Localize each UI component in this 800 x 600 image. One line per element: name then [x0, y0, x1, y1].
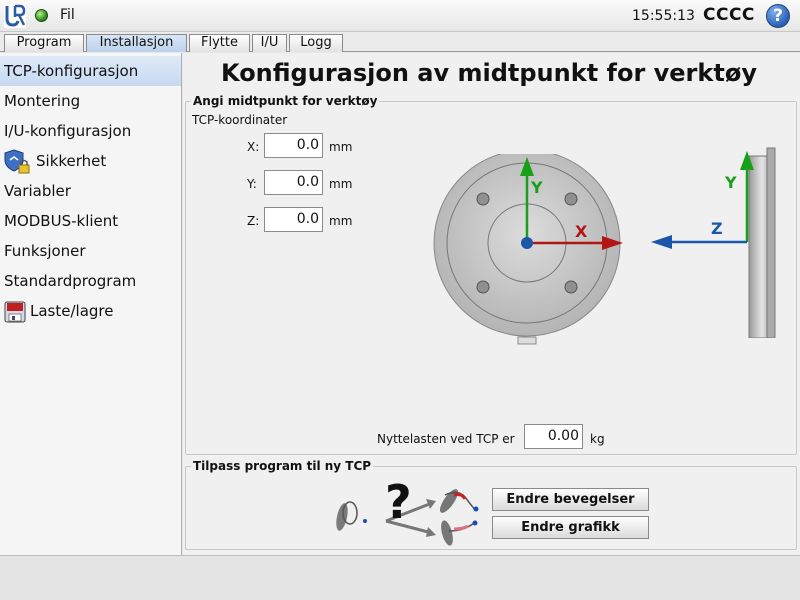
sidebar-item-mounting[interactable]: Montering: [0, 86, 181, 116]
sidebar-item-label: TCP-konfigurasjon: [4, 62, 139, 80]
sidebar-item-label: I/U-konfigurasjon: [4, 122, 132, 140]
tab-iu[interactable]: I/U: [252, 34, 287, 52]
sidebar-item-label: Funksjoner: [4, 242, 86, 260]
robot-name: CCCC: [703, 5, 755, 25]
x-unit: mm: [329, 140, 353, 154]
tcp-group-label: Angi midtpunkt for verktøy: [191, 94, 380, 108]
sidebar-item-io-configuration[interactable]: I/U-konfigurasjon: [0, 116, 181, 146]
flange-front-view: [433, 154, 623, 345]
sidebar-item-label: Sikkerhet: [36, 152, 107, 170]
help-button[interactable]: ?: [766, 4, 790, 28]
page-title: Konfigurasjon av midtpunkt for verktøy: [221, 59, 757, 87]
tab-logg[interactable]: Logg: [289, 34, 343, 52]
tcp-y-field[interactable]: 0.0: [264, 170, 323, 195]
payload-field[interactable]: 0.00: [524, 424, 583, 449]
tab-flytte[interactable]: Flytte: [189, 34, 250, 52]
question-mark: ?: [385, 475, 412, 529]
sidebar-item-features[interactable]: Funksjoner: [0, 236, 181, 266]
sidebar-item-safety[interactable]: Sikkerhet: [0, 146, 181, 176]
z-unit: mm: [329, 214, 353, 228]
sidebar-item-label: MODBUS-klient: [4, 212, 119, 230]
globe-icon[interactable]: [35, 9, 48, 22]
flange-side-view: [651, 147, 776, 338]
change-graphics-button[interactable]: Endre grafikk: [492, 516, 649, 539]
bottom-bar: [0, 555, 800, 600]
file-menu[interactable]: Fil: [60, 7, 75, 23]
sidebar-item-label: Standardprogram: [4, 272, 137, 290]
z-label: Z:: [247, 214, 260, 228]
sidebar-item-label: Variabler: [4, 182, 71, 200]
front-x-axis-label: X: [575, 222, 588, 241]
tcp-x-field[interactable]: 0.0: [264, 133, 323, 158]
top-bar: Fil 15:55:13 CCCC ?: [0, 0, 800, 32]
front-y-axis-label: Y: [531, 178, 543, 197]
sidebar-item-label: Montering: [4, 92, 81, 110]
change-motions-button[interactable]: Endre bevegelser: [492, 488, 649, 511]
tab-installasjon[interactable]: Installasjon: [86, 34, 187, 52]
shield-lock-icon: [4, 148, 30, 173]
sidebar-item-load-save[interactable]: Laste/lagre: [0, 296, 181, 326]
ur-logo: [4, 4, 26, 28]
tab-bar: Program Installasjon Flytte I/U Logg: [0, 32, 800, 52]
side-z-axis-label: Z: [711, 219, 723, 238]
tcp-group: Angi midtpunkt for verktøy TCP-koordinat…: [185, 94, 797, 455]
sidebar-item-label: Laste/lagre: [30, 302, 114, 320]
clock: 15:55:13: [632, 8, 695, 24]
sidebar: TCP-konfigurasjon Montering I/U-konfigur…: [0, 53, 182, 555]
tcp-z-field[interactable]: 0.0: [264, 207, 323, 232]
main-panel: Konfigurasjon av midtpunkt for verktøy A…: [183, 53, 800, 555]
adjust-program-group: Tilpass program til ny TCP ? Endre beveg…: [185, 459, 797, 550]
y-label: Y:: [247, 177, 257, 191]
payload-unit: kg: [590, 432, 605, 446]
x-label: X:: [247, 140, 260, 154]
tcp-coordinates-label: TCP-koordinater: [192, 113, 288, 127]
sidebar-item-variables[interactable]: Variabler: [0, 176, 181, 206]
sidebar-item-modbus-client[interactable]: MODBUS-klient: [0, 206, 181, 236]
y-unit: mm: [329, 177, 353, 191]
sidebar-item-tcp-configuration[interactable]: TCP-konfigurasjon: [0, 56, 181, 86]
floppy-disk-icon: [4, 301, 26, 322]
sidebar-item-default-program[interactable]: Standardprogram: [0, 266, 181, 296]
side-y-axis-label: Y: [725, 173, 737, 192]
tab-program[interactable]: Program: [4, 34, 84, 52]
payload-label: Nyttelasten ved TCP er: [377, 432, 515, 446]
adjust-program-group-label: Tilpass program til ny TCP: [191, 459, 374, 473]
